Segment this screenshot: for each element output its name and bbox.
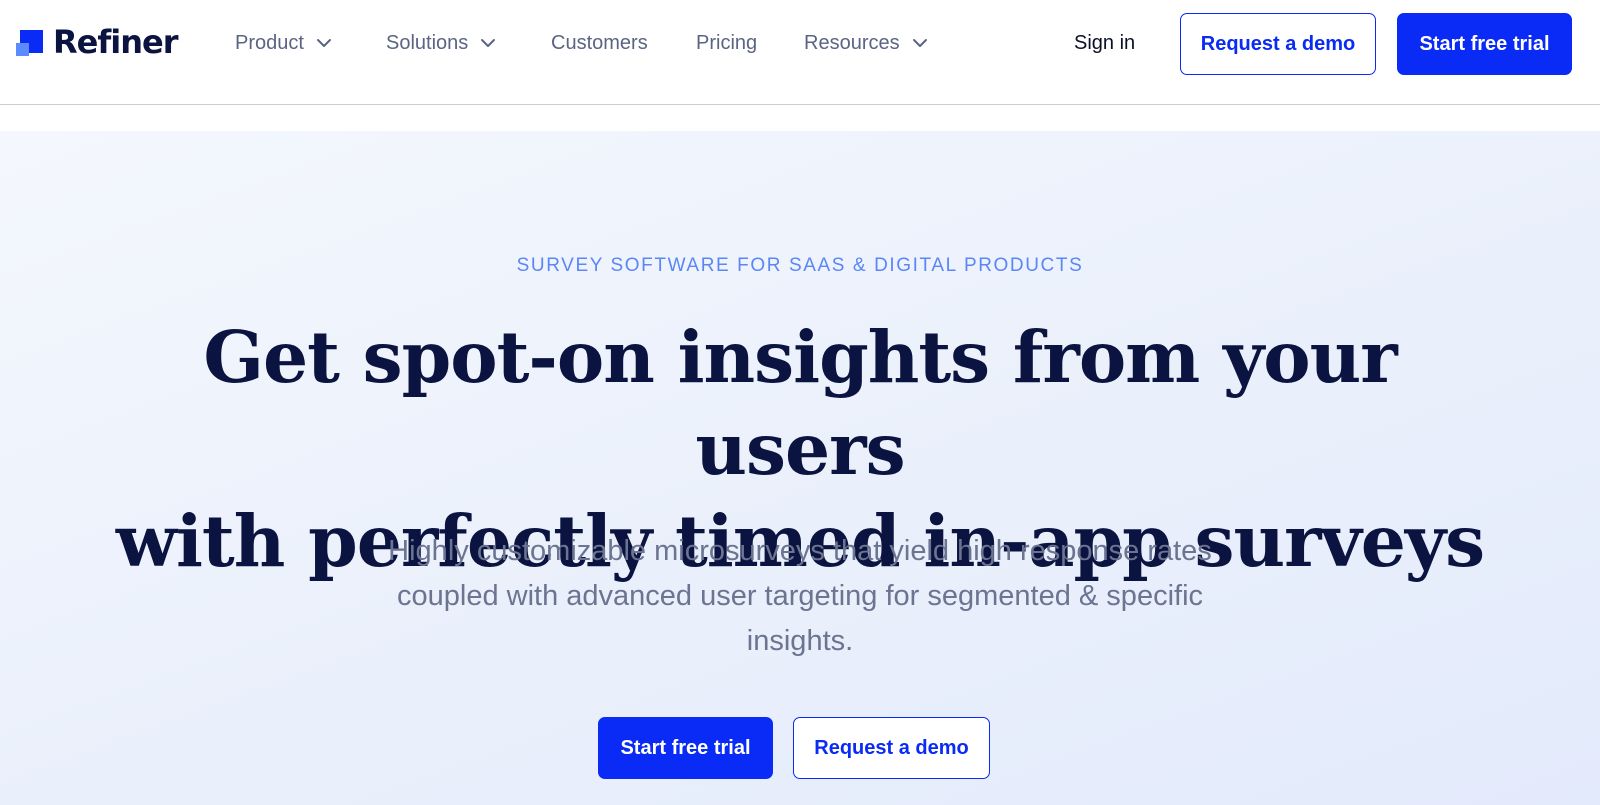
chevron-down-icon [481, 39, 496, 47]
chevron-down-icon [912, 39, 927, 47]
hero-headline-line-1: Get spot-on insights from your users [203, 315, 1397, 491]
nav-item-resources[interactable]: Resources [804, 28, 930, 58]
nav-item-product[interactable]: Product [235, 28, 334, 58]
sign-in-link[interactable]: Sign in [1074, 28, 1135, 58]
hero-section: SURVEY SOFTWARE FOR SAAS & DIGITAL PRODU… [0, 131, 1600, 805]
brand-name: Refiner [53, 23, 178, 61]
nav-item-label: Resources [804, 31, 900, 54]
nav-item-label: Solutions [386, 31, 469, 54]
hero-subtext: Highly customizable microsurveys that yi… [388, 535, 1212, 657]
nav-item-label: Product [235, 31, 304, 54]
refiner-logo[interactable]: Refiner [16, 23, 178, 61]
site-header: Refiner Product Solutions Customers Pric… [0, 0, 1600, 105]
nav-item-pricing[interactable]: Pricing [696, 28, 757, 58]
nav-item-customers[interactable]: Customers [551, 28, 648, 58]
hero-request-demo-button[interactable]: Request a demo [793, 717, 990, 779]
refiner-logo-icon [16, 29, 43, 56]
nav-item-solutions[interactable]: Solutions [386, 28, 498, 58]
hero-start-trial-button[interactable]: Start free trial [598, 717, 773, 779]
header-request-demo-button[interactable]: Request a demo [1180, 13, 1376, 75]
nav-item-label: Customers [551, 31, 648, 54]
chevron-down-icon [316, 39, 331, 47]
nav-item-label: Pricing [696, 31, 758, 54]
header-start-trial-button[interactable]: Start free trial [1397, 13, 1572, 75]
hero-eyebrow: SURVEY SOFTWARE FOR SAAS & DIGITAL PRODU… [516, 255, 1084, 276]
